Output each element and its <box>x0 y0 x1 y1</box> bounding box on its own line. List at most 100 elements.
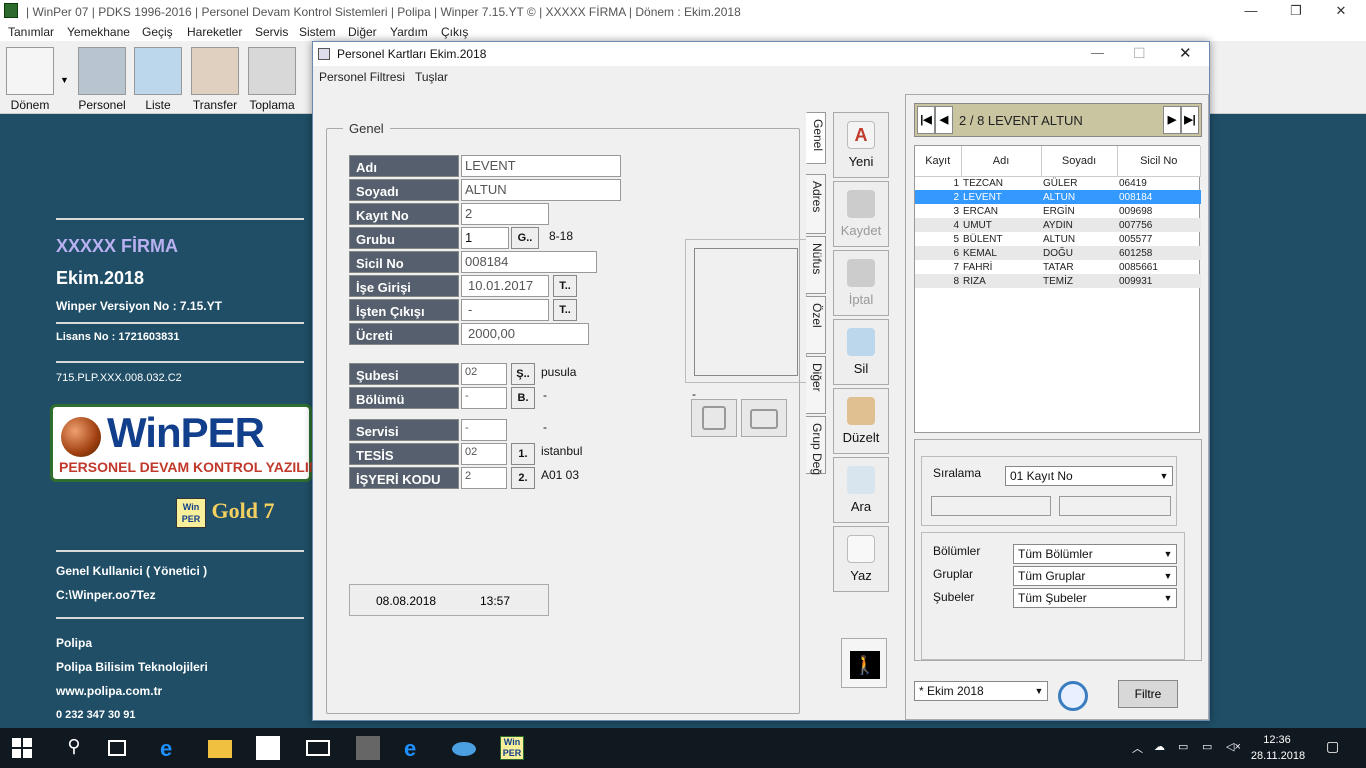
tab-adres[interactable]: Adres <box>806 174 826 234</box>
toolbar-liste-button[interactable]: Liste <box>132 47 184 112</box>
photo-area[interactable] <box>694 248 798 376</box>
dropdown-arrow-icon[interactable]: ▼ <box>60 75 69 85</box>
prev-record-icon[interactable]: ◀ <box>935 106 953 134</box>
gruplar-select[interactable]: Tüm Gruplar ▼ <box>1013 566 1177 586</box>
maximize-button[interactable]: ❐ <box>1273 0 1319 23</box>
windows-start-icon[interactable] <box>12 738 32 758</box>
last-record-icon[interactable]: ▶| <box>1181 106 1199 134</box>
sube-input[interactable]: 02 <box>461 363 507 385</box>
delete-photo-button[interactable] <box>691 399 737 437</box>
cloud-icon[interactable]: ☁ <box>1154 740 1165 753</box>
search-icon[interactable]: ⚲ <box>62 736 86 760</box>
soyadi-input[interactable]: ALTUN <box>461 179 621 201</box>
sicil-input[interactable]: 008184 <box>461 251 597 273</box>
dialog-maximize-button[interactable]: ☐ <box>1133 45 1146 62</box>
grubu-input[interactable]: 1 <box>461 227 509 249</box>
exit-button[interactable]: 🚶 <box>841 638 887 688</box>
bolum-select-button[interactable]: B. <box>511 387 535 409</box>
sil-button[interactable]: Sil <box>833 319 889 385</box>
menu-tanimlar[interactable]: Tanımlar <box>8 25 54 39</box>
calculator-icon[interactable] <box>356 736 380 760</box>
subeler-select[interactable]: Tüm Şubeler ▼ <box>1013 588 1177 608</box>
menu-tuslar[interactable]: Tuşlar <box>415 70 448 84</box>
menu-diger[interactable]: Diğer <box>348 25 377 39</box>
ara-button[interactable]: Ara <box>833 457 889 523</box>
sube-select-button[interactable]: Ş.. <box>511 363 535 385</box>
giris-date-button[interactable]: T.. <box>553 275 577 297</box>
duzelt-button[interactable]: Düzelt <box>833 388 889 454</box>
tab-diger[interactable]: Diğer <box>806 356 826 414</box>
table-row[interactable]: 4 UMUT AYDIN 007756 <box>915 218 1201 232</box>
col-adi[interactable]: Adı <box>961 146 1042 177</box>
col-kayit[interactable]: Kayıt <box>915 146 962 177</box>
giris-input[interactable]: 10.01.2017 <box>461 275 549 297</box>
table-row[interactable]: 7 FAHRİ TATAR 0085661 <box>915 260 1201 274</box>
refresh-clock-icon[interactable] <box>1058 681 1088 711</box>
table-row[interactable]: 1 TEZCAN GÜLER 06419 <box>915 176 1201 190</box>
cikis-input[interactable]: - <box>461 299 549 321</box>
tab-nufus[interactable]: Nüfus <box>806 236 826 294</box>
isyeri-input[interactable]: 2 <box>461 467 507 489</box>
menu-hareketler[interactable]: Hareketler <box>187 25 242 39</box>
app-disc-icon[interactable] <box>452 742 476 756</box>
close-button[interactable]: ✕ <box>1318 0 1364 23</box>
table-row[interactable]: 2 LEVENT ALTUN 008184 <box>915 190 1201 204</box>
ucret-input[interactable]: 2000,00 <box>461 323 589 345</box>
iptal-button[interactable]: İptal <box>833 250 889 316</box>
bolum-input[interactable]: - <box>461 387 507 409</box>
menu-cikis[interactable]: Çıkış <box>441 25 468 39</box>
task-view-icon[interactable] <box>108 740 126 756</box>
menu-gecis[interactable]: Geçiş <box>142 25 173 39</box>
kayitno-input[interactable]: 2 <box>461 203 549 225</box>
period-select[interactable]: * Ekim 2018 ▼ <box>914 681 1048 701</box>
notification-icon[interactable]: ▢ <box>1326 738 1339 755</box>
table-row[interactable]: 3 ERCAN ERGİN 009698 <box>915 204 1201 218</box>
isyeri-select-button[interactable]: 2. <box>511 467 535 489</box>
toolbar-toplama-button[interactable]: Toplama <box>246 47 298 112</box>
power-icon[interactable]: ▭ <box>1202 740 1212 753</box>
bolumler-select[interactable]: Tüm Bölümler ▼ <box>1013 544 1177 564</box>
clock-time[interactable]: 12:36 <box>1252 734 1302 746</box>
dialog-minimize-button[interactable]: — <box>1091 45 1104 60</box>
volume-icon[interactable]: ◁× <box>1226 740 1241 753</box>
menu-personel-filtresi[interactable]: Personel Filtresi <box>319 70 405 84</box>
file-explorer-icon[interactable] <box>208 740 232 758</box>
network-icon[interactable]: ▭ <box>1178 740 1188 753</box>
toolbar-personel-button[interactable]: Personel <box>76 47 128 112</box>
chevron-up-icon[interactable]: ︿ <box>1132 740 1143 756</box>
minimize-button[interactable]: — <box>1228 0 1274 23</box>
menu-yardim[interactable]: Yardım <box>390 25 428 39</box>
tab-genel[interactable]: Genel <box>806 112 826 164</box>
next-record-icon[interactable]: ▶ <box>1163 106 1181 134</box>
winper-taskbar-icon[interactable]: Win PER <box>500 736 524 760</box>
col-soyadi[interactable]: Soyadı <box>1041 146 1118 177</box>
yeni-button[interactable]: A Yeni <box>833 112 889 178</box>
table-row[interactable]: 6 KEMAL DOĞU 601258 <box>915 246 1201 260</box>
cikis-date-button[interactable]: T.. <box>553 299 577 321</box>
table-row[interactable]: 5 BÜLENT ALTUN 005577 <box>915 232 1201 246</box>
toolbar-transfer-button[interactable]: Transfer <box>189 47 241 112</box>
filtre-button[interactable]: Filtre <box>1118 680 1178 708</box>
adi-input[interactable]: LEVENT <box>461 155 621 177</box>
menu-sistem[interactable]: Sistem <box>299 25 336 39</box>
tab-grup-deg[interactable]: Grup Değ <box>806 416 826 475</box>
first-record-icon[interactable]: |◀ <box>917 106 935 134</box>
sort-select[interactable]: 01 Kayıt No ▼ <box>1005 466 1173 486</box>
col-sicil[interactable]: Sicil No <box>1117 146 1201 177</box>
sort-field-1[interactable] <box>931 496 1051 516</box>
internet-explorer-icon[interactable]: e <box>404 736 428 761</box>
camera-button[interactable] <box>741 399 787 437</box>
tesis-select-button[interactable]: 1. <box>511 443 535 465</box>
edge-icon[interactable]: e <box>160 736 184 761</box>
table-row[interactable]: 8 RIZA TEMİZ 009931 <box>915 274 1201 288</box>
tesis-input[interactable]: 02 <box>461 443 507 465</box>
menu-servis[interactable]: Servis <box>255 25 288 39</box>
yaz-button[interactable]: Yaz <box>833 526 889 592</box>
grubu-select-button[interactable]: G.. <box>511 227 539 249</box>
dialog-close-button[interactable]: ✕ <box>1179 44 1192 62</box>
servis-input[interactable]: - <box>461 419 507 441</box>
menu-yemekhane[interactable]: Yemekhane <box>67 25 130 39</box>
toolbar-donem-button[interactable]: Dönem <box>4 47 56 112</box>
sort-field-2[interactable] <box>1059 496 1171 516</box>
mail-icon[interactable] <box>306 740 330 756</box>
